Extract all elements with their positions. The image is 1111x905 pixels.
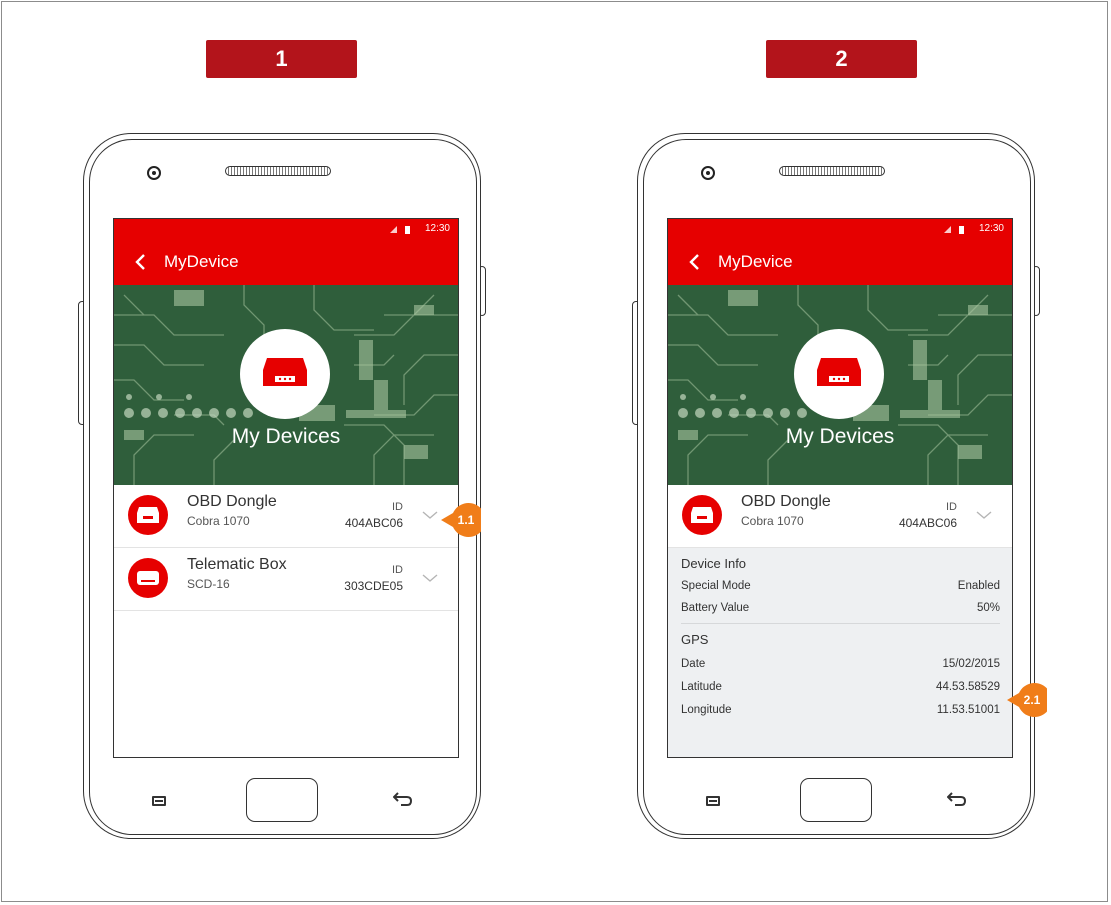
menu-key-icon[interactable]	[706, 796, 720, 806]
phone-mockup-1: 12:30 MyDevice My Devices OBD Dongle Cob…	[78, 133, 486, 839]
device-model: SCD-16	[187, 577, 230, 591]
battery-icon	[959, 226, 964, 234]
phone-screen: 12:30 MyDevice My Devices OBD Dongle Cob…	[667, 218, 1013, 758]
signal-icon	[390, 226, 397, 233]
longitude-label: Longitude	[681, 704, 732, 716]
device-id-label: ID	[946, 501, 957, 513]
signal-icon	[944, 226, 951, 233]
back-key-icon[interactable]	[947, 791, 967, 807]
special-mode-label: Special Mode	[681, 580, 751, 592]
speaker-icon	[225, 166, 331, 176]
hero-title: My Devices	[785, 425, 895, 448]
chevron-down-icon[interactable]	[422, 573, 438, 583]
gps-date-value: 15/02/2015	[942, 658, 1000, 670]
gps-heading: GPS	[681, 632, 709, 647]
home-key-icon[interactable]	[800, 778, 872, 822]
home-key-icon[interactable]	[246, 778, 318, 822]
device-id-value: 303CDE05	[344, 579, 403, 593]
device-avatar	[128, 558, 168, 598]
chevron-down-icon[interactable]	[976, 510, 992, 520]
latitude-value: 44.53.58529	[936, 681, 1000, 693]
status-bar: 12:30	[114, 219, 458, 239]
device-row-telematic-box[interactable]: Telematic Box SCD-16 ID 303CDE05	[114, 548, 458, 611]
app-bar: MyDevice	[114, 239, 458, 285]
camera-icon	[701, 166, 715, 180]
device-id-value: 404ABC06	[898, 516, 957, 530]
device-name: Telematic Box	[187, 556, 287, 573]
obd-dongle-icon	[263, 358, 307, 386]
step-label-1: 1	[206, 40, 357, 78]
callout-badge: 1.1	[441, 503, 487, 541]
speaker-icon	[779, 166, 885, 176]
longitude-value: 11.53.51001	[936, 704, 1000, 716]
device-name: OBD Dongle	[187, 493, 277, 510]
divider	[681, 623, 1000, 624]
callout-label: 1.1	[457, 513, 475, 527]
device-row-obd-dongle[interactable]: OBD Dongle Cobra 1070 ID 404ABC06	[114, 485, 458, 548]
back-key-icon[interactable]	[393, 791, 413, 807]
device-name: OBD Dongle	[741, 493, 831, 510]
obd-dongle-icon	[817, 358, 861, 386]
device-avatar	[682, 495, 722, 535]
device-id-value: 404ABC06	[344, 516, 403, 530]
device-id-label: ID	[392, 564, 403, 576]
obd-dongle-icon	[137, 507, 159, 523]
latitude-label: Latitude	[681, 681, 722, 693]
status-time: 12:30	[424, 223, 450, 234]
app-title: MyDevice	[164, 252, 239, 271]
device-model: Cobra 1070	[741, 514, 804, 528]
back-arrow-icon[interactable]	[130, 251, 152, 273]
special-mode-value: Enabled	[957, 580, 1000, 592]
hero-device-badge	[794, 329, 884, 419]
gps-date-label: Date	[681, 658, 706, 670]
app-bar: MyDevice	[668, 239, 1012, 285]
device-row-obd-dongle[interactable]: OBD Dongle Cobra 1070 ID 404ABC06	[668, 485, 1012, 548]
status-time: 12:30	[978, 223, 1004, 234]
device-details-panel: Device Info Special Mode Enabled Battery…	[668, 548, 1012, 757]
step-label-2: 2	[766, 40, 917, 78]
battery-icon	[405, 226, 410, 234]
hero-device-badge	[240, 329, 330, 419]
obd-dongle-icon	[691, 507, 713, 523]
camera-icon	[147, 166, 161, 180]
device-info-heading: Device Info	[681, 556, 747, 571]
device-id-label: ID	[392, 501, 403, 513]
hero-title: My Devices	[231, 425, 341, 448]
device-model: Cobra 1070	[187, 514, 250, 528]
callout-badge: 2.1	[1007, 683, 1053, 721]
phone-mockup-2: 12:30 MyDevice My Devices OBD Dongle Cob…	[632, 133, 1040, 839]
back-arrow-icon[interactable]	[684, 251, 706, 273]
status-bar: 12:30	[668, 219, 1012, 239]
battery-value-label: Battery Value	[681, 602, 750, 614]
telematic-box-icon	[137, 571, 159, 585]
callout-label: 2.1	[1023, 693, 1041, 707]
hero-banner: My Devices	[114, 285, 458, 485]
phone-screen: 12:30 MyDevice My Devices OBD Dongle Cob…	[113, 218, 459, 758]
app-title: MyDevice	[718, 252, 793, 271]
menu-key-icon[interactable]	[152, 796, 166, 806]
device-avatar	[128, 495, 168, 535]
hero-banner: My Devices	[668, 285, 1012, 485]
chevron-down-icon[interactable]	[422, 510, 438, 520]
battery-value-value: 50%	[976, 602, 1000, 614]
